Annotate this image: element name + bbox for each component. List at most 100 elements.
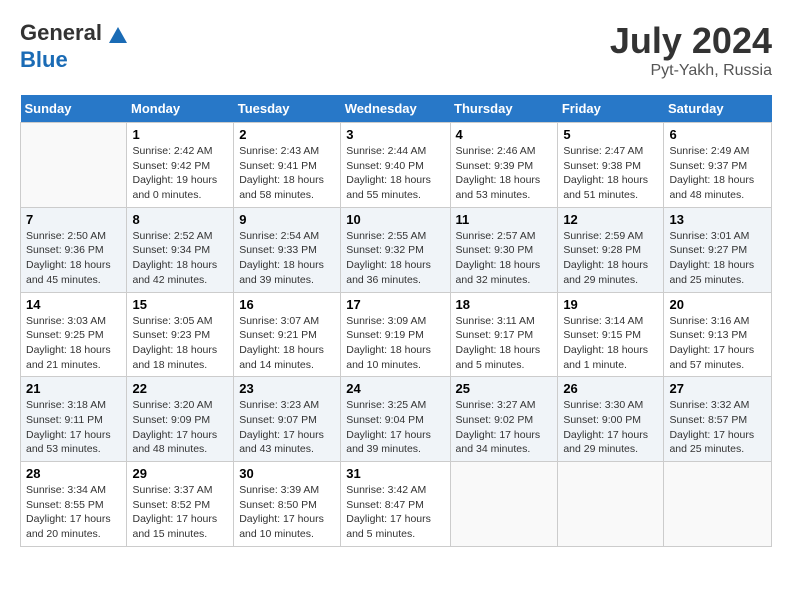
day-info: Sunrise: 2:59 AM Sunset: 9:28 PM Dayligh…: [563, 229, 658, 288]
day-number: 16: [239, 297, 335, 312]
calendar-cell: 3 Sunrise: 2:44 AM Sunset: 9:40 PM Daylig…: [341, 123, 450, 208]
calendar-cell: 15Sunrise: 3:05 AM Sunset: 9:23 PM Dayli…: [127, 292, 234, 377]
calendar-cell: 20 Sunrise: 3:16 AM Sunset: 9:13 PM Dayli…: [664, 292, 772, 377]
day-info: Sunrise: 3:16 AM Sunset: 9:13 PM Dayligh…: [669, 314, 766, 373]
day-info: Sunrise: 2:57 AM Sunset: 9:30 PM Dayligh…: [456, 229, 553, 288]
calendar-cell: 9Sunrise: 2:54 AM Sunset: 9:33 PM Daylig…: [234, 207, 341, 292]
calendar-cell: 19 Sunrise: 3:14 AM Sunset: 9:15 PM Dayli…: [558, 292, 664, 377]
day-info: Sunrise: 3:11 AM Sunset: 9:17 PM Dayligh…: [456, 314, 553, 373]
day-info: Sunrise: 2:54 AM Sunset: 9:33 PM Dayligh…: [239, 229, 335, 288]
calendar-cell: 2Sunrise: 2:43 AM Sunset: 9:41 PM Daylig…: [234, 123, 341, 208]
day-number: 30: [239, 466, 335, 481]
day-number: 20: [669, 297, 766, 312]
day-info: Sunrise: 2:42 AM Sunset: 9:42 PM Dayligh…: [132, 144, 228, 203]
day-of-week-header: Thursday: [450, 95, 558, 123]
day-number: 7: [26, 212, 121, 227]
day-info: Sunrise: 2:44 AM Sunset: 9:40 PM Dayligh…: [346, 144, 444, 203]
day-of-week-header: Monday: [127, 95, 234, 123]
day-info: Sunrise: 3:39 AM Sunset: 8:50 PM Dayligh…: [239, 483, 335, 542]
logo-text: General Blue: [20, 20, 130, 73]
day-info: Sunrise: 2:46 AM Sunset: 9:39 PM Dayligh…: [456, 144, 553, 203]
calendar-cell: 1 Sunrise: 2:42 AM Sunset: 9:42 PM Daylig…: [127, 123, 234, 208]
day-info: Sunrise: 3:30 AM Sunset: 9:00 PM Dayligh…: [563, 398, 658, 457]
day-number: 6: [669, 127, 766, 142]
calendar-cell: 6 Sunrise: 2:49 AM Sunset: 9:37 PM Daylig…: [664, 123, 772, 208]
day-info: Sunrise: 3:27 AM Sunset: 9:02 PM Dayligh…: [456, 398, 553, 457]
day-info: Sunrise: 3:42 AM Sunset: 8:47 PM Dayligh…: [346, 483, 444, 542]
day-number: 3: [346, 127, 444, 142]
calendar-cell: [21, 123, 127, 208]
day-info: Sunrise: 3:07 AM Sunset: 9:21 PM Dayligh…: [239, 314, 335, 373]
calendar-cell: 8 Sunrise: 2:52 AM Sunset: 9:34 PM Daylig…: [127, 207, 234, 292]
day-info: Sunrise: 3:20 AM Sunset: 9:09 PM Dayligh…: [132, 398, 228, 457]
day-number: 26: [563, 381, 658, 396]
calendar-week-row: 14 Sunrise: 3:03 AM Sunset: 9:25 PM Dayli…: [21, 292, 772, 377]
day-of-week-header: Sunday: [21, 95, 127, 123]
calendar-cell: 13 Sunrise: 3:01 AM Sunset: 9:27 PM Dayli…: [664, 207, 772, 292]
day-info: Sunrise: 3:03 AM Sunset: 9:25 PM Dayligh…: [26, 314, 121, 373]
logo: General Blue: [20, 20, 130, 73]
calendar-cell: [558, 462, 664, 547]
calendar-cell: 18 Sunrise: 3:11 AM Sunset: 9:17 PM Dayli…: [450, 292, 558, 377]
calendar-cell: 11 Sunrise: 2:57 AM Sunset: 9:30 PM Dayli…: [450, 207, 558, 292]
calendar-cell: 10Sunrise: 2:55 AM Sunset: 9:32 PM Dayli…: [341, 207, 450, 292]
location: Pyt-Yakh, Russia: [610, 62, 772, 80]
day-number: 19: [563, 297, 658, 312]
day-info: Sunrise: 3:14 AM Sunset: 9:15 PM Dayligh…: [563, 314, 658, 373]
calendar-cell: 21Sunrise: 3:18 AM Sunset: 9:11 PM Dayli…: [21, 377, 127, 462]
day-number: 11: [456, 212, 553, 227]
day-number: 12: [563, 212, 658, 227]
calendar-week-row: 1 Sunrise: 2:42 AM Sunset: 9:42 PM Daylig…: [21, 123, 772, 208]
day-number: 13: [669, 212, 766, 227]
day-info: Sunrise: 2:47 AM Sunset: 9:38 PM Dayligh…: [563, 144, 658, 203]
day-number: 17: [346, 297, 444, 312]
day-number: 24: [346, 381, 444, 396]
day-number: 1: [132, 127, 228, 142]
day-info: Sunrise: 3:37 AM Sunset: 8:52 PM Dayligh…: [132, 483, 228, 542]
day-number: 25: [456, 381, 553, 396]
calendar-cell: 28 Sunrise: 3:34 AM Sunset: 8:55 PM Dayli…: [21, 462, 127, 547]
calendar-cell: 27Sunrise: 3:32 AM Sunset: 8:57 PM Dayli…: [664, 377, 772, 462]
day-info: Sunrise: 2:49 AM Sunset: 9:37 PM Dayligh…: [669, 144, 766, 203]
logo-blue: Blue: [20, 47, 68, 72]
calendar-cell: 25 Sunrise: 3:27 AM Sunset: 9:02 PM Dayli…: [450, 377, 558, 462]
day-info: Sunrise: 3:23 AM Sunset: 9:07 PM Dayligh…: [239, 398, 335, 457]
day-info: Sunrise: 3:18 AM Sunset: 9:11 PM Dayligh…: [26, 398, 121, 457]
calendar-week-row: 28 Sunrise: 3:34 AM Sunset: 8:55 PM Dayli…: [21, 462, 772, 547]
calendar-cell: 16 Sunrise: 3:07 AM Sunset: 9:21 PM Dayli…: [234, 292, 341, 377]
day-number: 5: [563, 127, 658, 142]
day-number: 22: [132, 381, 228, 396]
calendar-cell: 17 Sunrise: 3:09 AM Sunset: 9:19 PM Dayli…: [341, 292, 450, 377]
calendar-week-row: 7 Sunrise: 2:50 AM Sunset: 9:36 PM Daylig…: [21, 207, 772, 292]
day-info: Sunrise: 3:01 AM Sunset: 9:27 PM Dayligh…: [669, 229, 766, 288]
calendar-cell: 29 Sunrise: 3:37 AM Sunset: 8:52 PM Dayli…: [127, 462, 234, 547]
day-number: 18: [456, 297, 553, 312]
day-number: 23: [239, 381, 335, 396]
calendar-cell: 31Sunrise: 3:42 AM Sunset: 8:47 PM Dayli…: [341, 462, 450, 547]
calendar-cell: 5 Sunrise: 2:47 AM Sunset: 9:38 PM Daylig…: [558, 123, 664, 208]
day-of-week-header: Wednesday: [341, 95, 450, 123]
day-info: Sunrise: 2:52 AM Sunset: 9:34 PM Dayligh…: [132, 229, 228, 288]
title-block: July 2024 Pyt-Yakh, Russia: [610, 20, 772, 80]
calendar-cell: [450, 462, 558, 547]
day-info: Sunrise: 3:34 AM Sunset: 8:55 PM Dayligh…: [26, 483, 121, 542]
day-number: 10: [346, 212, 444, 227]
calendar-cell: [664, 462, 772, 547]
day-info: Sunrise: 3:25 AM Sunset: 9:04 PM Dayligh…: [346, 398, 444, 457]
day-number: 28: [26, 466, 121, 481]
calendar-table: SundayMondayTuesdayWednesdayThursdayFrid…: [20, 95, 772, 547]
day-of-week-header: Tuesday: [234, 95, 341, 123]
day-number: 8: [132, 212, 228, 227]
day-number: 29: [132, 466, 228, 481]
calendar-cell: 14 Sunrise: 3:03 AM Sunset: 9:25 PM Dayli…: [21, 292, 127, 377]
header-row: SundayMondayTuesdayWednesdayThursdayFrid…: [21, 95, 772, 123]
calendar-cell: 23 Sunrise: 3:23 AM Sunset: 9:07 PM Dayli…: [234, 377, 341, 462]
day-of-week-header: Friday: [558, 95, 664, 123]
day-number: 4: [456, 127, 553, 142]
day-info: Sunrise: 2:50 AM Sunset: 9:36 PM Dayligh…: [26, 229, 121, 288]
day-info: Sunrise: 3:09 AM Sunset: 9:19 PM Dayligh…: [346, 314, 444, 373]
logo-icon: [107, 25, 129, 47]
day-number: 15: [132, 297, 228, 312]
day-number: 14: [26, 297, 121, 312]
calendar-cell: 7 Sunrise: 2:50 AM Sunset: 9:36 PM Daylig…: [21, 207, 127, 292]
